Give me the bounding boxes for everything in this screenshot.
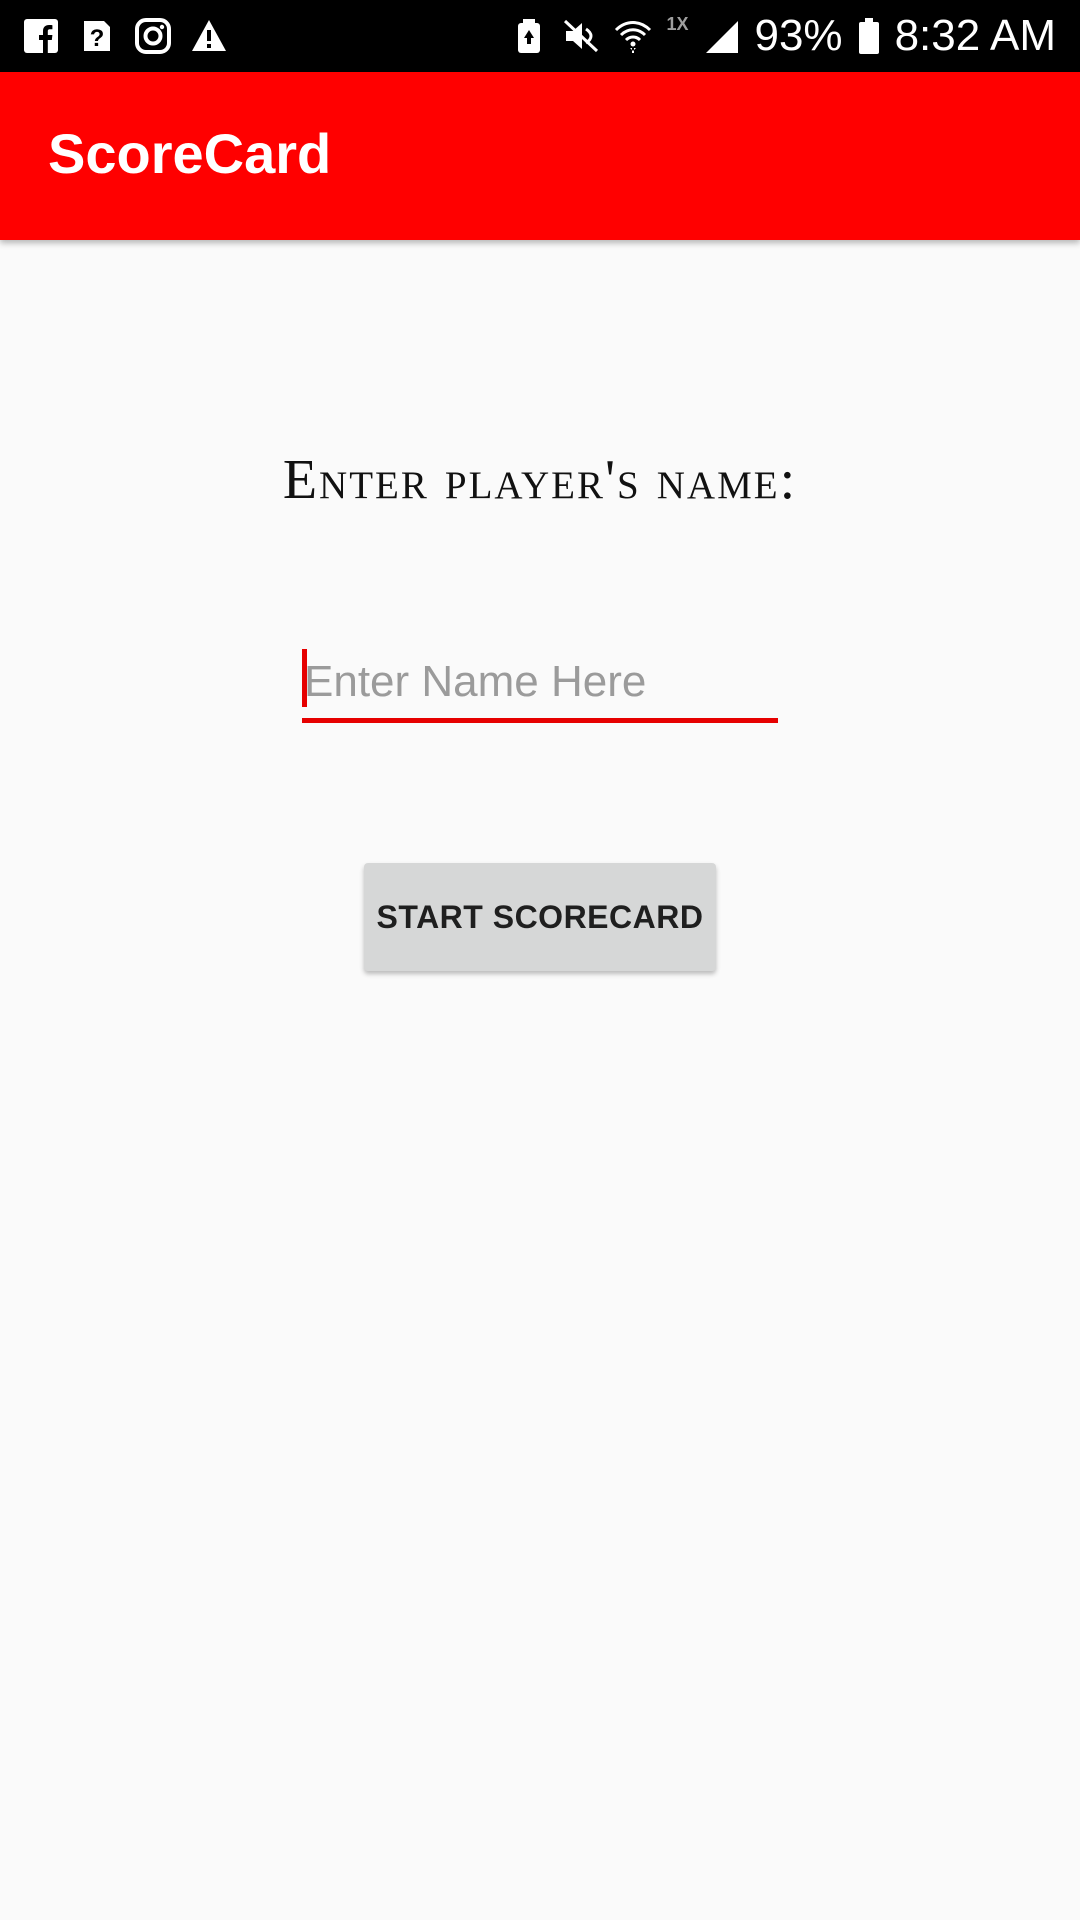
status-time: 8:32 AM: [894, 11, 1056, 60]
status-bar: ? 1X 93% 8:32 AM: [0, 0, 1080, 72]
instagram-icon: [134, 17, 172, 55]
player-name-field[interactable]: [302, 646, 780, 723]
text-cursor: [302, 649, 307, 707]
signal-icon: [702, 17, 740, 55]
start-scorecard-button[interactable]: START SCORECARD: [364, 863, 716, 971]
svg-text:?: ?: [90, 25, 105, 52]
player-name-prompt: Enter player's name:: [282, 449, 798, 511]
app-bar: ScoreCard: [0, 72, 1080, 240]
app-title: ScoreCard: [48, 122, 332, 185]
help-card-icon: ?: [78, 17, 116, 55]
network-speed-label: 1X: [666, 14, 689, 34]
battery-saver-icon: [510, 17, 548, 55]
player-name-input[interactable]: [302, 646, 780, 718]
mute-icon: [562, 17, 600, 55]
wifi-icon: [614, 17, 652, 55]
system-status: 1X 93% 8:32 AM: [510, 8, 1056, 64]
warning-icon: [190, 17, 228, 55]
notification-icons: ?: [22, 16, 228, 56]
facebook-icon: [22, 17, 60, 55]
battery-icon: [857, 17, 881, 55]
battery-percent: 93%: [754, 11, 843, 60]
